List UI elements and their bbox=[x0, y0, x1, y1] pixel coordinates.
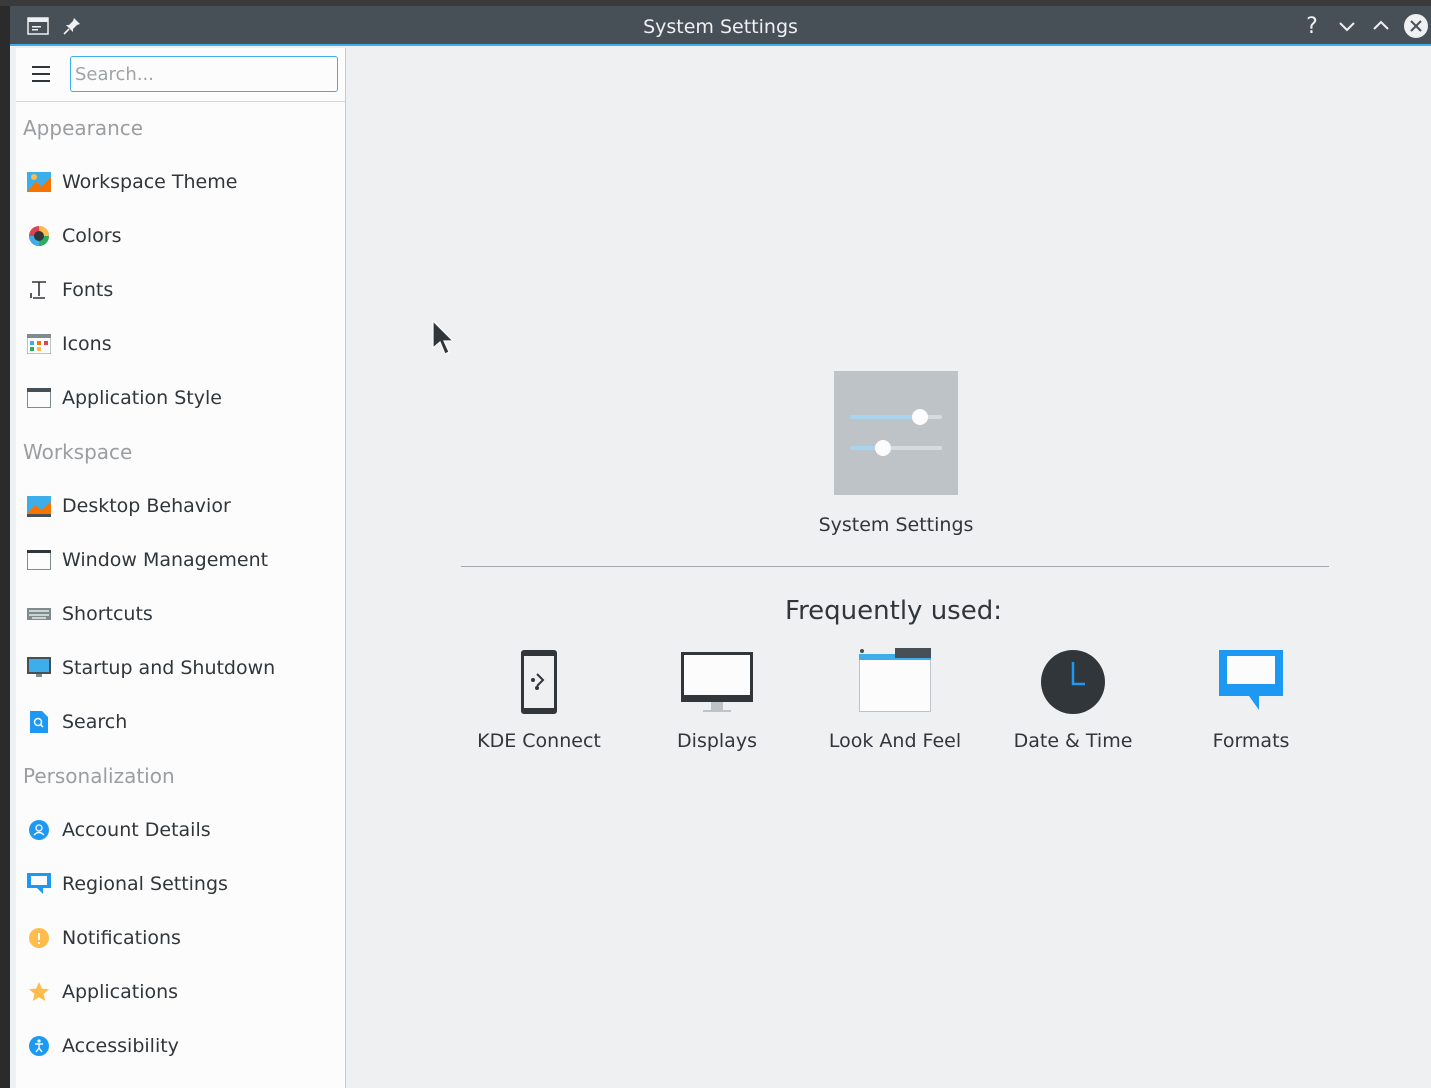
sidebar-item-label: Startup and Shutdown bbox=[62, 657, 276, 679]
sidebar: Appearance Workspace Theme Colors Fonts … bbox=[16, 48, 346, 1088]
close-icon bbox=[1410, 20, 1422, 32]
frequent-item-label: KDE Connect bbox=[477, 730, 601, 752]
frequent-item-kde-connect[interactable]: KDE Connect bbox=[450, 648, 628, 758]
mouse-pointer-icon bbox=[432, 320, 455, 355]
regional-icon bbox=[26, 871, 52, 897]
application-style-icon bbox=[26, 385, 52, 411]
sidebar-item-workspace-theme[interactable]: Workspace Theme bbox=[26, 162, 336, 202]
category-workspace: Workspace bbox=[23, 440, 133, 464]
sidebar-item-window-management[interactable]: Window Management bbox=[26, 540, 336, 580]
sidebar-item-label: Search bbox=[62, 711, 128, 733]
display-icon bbox=[681, 648, 753, 720]
app-title-label: System Settings bbox=[818, 514, 974, 536]
formats-icon bbox=[1215, 648, 1287, 720]
hamburger-menu-icon[interactable] bbox=[32, 66, 52, 82]
workspace-theme-icon bbox=[26, 169, 52, 195]
sidebar-item-label: Workspace Theme bbox=[62, 171, 238, 193]
sidebar-item-label: Window Management bbox=[62, 549, 269, 571]
startup-icon bbox=[26, 655, 52, 681]
sidebar-item-label: Fonts bbox=[62, 279, 114, 301]
sidebar-item-accessibility[interactable]: Accessibility bbox=[26, 1026, 336, 1066]
minimize-button[interactable] bbox=[1335, 14, 1359, 38]
search-input[interactable] bbox=[70, 56, 338, 92]
sidebar-item-search[interactable]: Search bbox=[26, 702, 336, 742]
maximize-button[interactable] bbox=[1369, 14, 1393, 38]
sidebar-item-label: Accessibility bbox=[62, 1035, 179, 1057]
look-and-feel-icon bbox=[859, 648, 931, 720]
help-button[interactable]: ? bbox=[1300, 14, 1324, 39]
frequent-item-label: Look And Feel bbox=[828, 730, 962, 752]
sidebar-item-label: Shortcuts bbox=[62, 603, 153, 625]
clock-icon bbox=[1037, 648, 1109, 720]
icons-icon bbox=[26, 331, 52, 357]
notifications-icon bbox=[26, 925, 52, 951]
frequent-item-displays[interactable]: Displays bbox=[628, 648, 806, 758]
sidebar-header bbox=[16, 48, 345, 102]
chevron-up-icon bbox=[1373, 20, 1389, 30]
sidebar-item-label: Regional Settings bbox=[62, 873, 228, 895]
account-icon bbox=[26, 817, 52, 843]
sidebar-item-account-details[interactable]: Account Details bbox=[26, 810, 336, 850]
keyboard-icon bbox=[26, 601, 52, 627]
sidebar-item-label: Application Style bbox=[62, 387, 222, 409]
sidebar-item-label: Desktop Behavior bbox=[62, 495, 231, 517]
sidebar-item-label: Account Details bbox=[62, 819, 211, 841]
star-icon bbox=[26, 979, 52, 1005]
sidebar-item-notifications[interactable]: Notifications bbox=[26, 918, 336, 958]
sidebar-item-label: Notifications bbox=[62, 927, 181, 949]
desktop-behavior-icon bbox=[26, 493, 52, 519]
search-doc-icon bbox=[26, 709, 52, 735]
frequent-item-label: Formats bbox=[1212, 730, 1290, 752]
sidebar-item-startup-and-shutdown[interactable]: Startup and Shutdown bbox=[26, 648, 336, 688]
category-appearance: Appearance bbox=[23, 116, 144, 140]
accessibility-icon bbox=[26, 1033, 52, 1059]
close-button[interactable] bbox=[1404, 14, 1428, 38]
category-personalization: Personalization bbox=[23, 764, 175, 788]
divider bbox=[461, 566, 1329, 567]
sidebar-item-fonts[interactable]: Fonts bbox=[26, 270, 336, 310]
kde-connect-icon bbox=[503, 648, 575, 720]
frequent-item-label: Displays bbox=[677, 730, 757, 752]
frequent-item-look-and-feel[interactable]: Look And Feel bbox=[806, 648, 984, 758]
window-title: System Settings bbox=[643, 16, 798, 38]
main-content: System Settings Frequently used: KDE Con… bbox=[346, 48, 1431, 1088]
sidebar-item-shortcuts[interactable]: Shortcuts bbox=[26, 594, 336, 634]
fonts-icon bbox=[26, 277, 52, 303]
window-titlebar[interactable]: System Settings ? bbox=[10, 6, 1431, 46]
sidebar-item-colors[interactable]: Colors bbox=[26, 216, 336, 256]
sidebar-item-label: Icons bbox=[62, 333, 112, 355]
frequent-item-date-time[interactable]: Date & Time bbox=[984, 648, 1162, 758]
sidebar-item-application-style[interactable]: Application Style bbox=[26, 378, 336, 418]
frequent-item-label: Date & Time bbox=[1013, 730, 1133, 752]
sidebar-item-desktop-behavior[interactable]: Desktop Behavior bbox=[26, 486, 336, 526]
sidebar-item-regional-settings[interactable]: Regional Settings bbox=[26, 864, 336, 904]
sidebar-item-label: Colors bbox=[62, 225, 122, 247]
system-settings-icon bbox=[834, 371, 958, 495]
sidebar-item-label: Applications bbox=[62, 981, 179, 1003]
frequent-item-formats[interactable]: Formats bbox=[1162, 648, 1340, 758]
colors-icon bbox=[26, 223, 52, 249]
sidebar-item-applications[interactable]: Applications bbox=[26, 972, 336, 1012]
chevron-down-icon bbox=[1339, 22, 1355, 32]
window-management-icon bbox=[26, 547, 52, 573]
frequently-used-heading: Frequently used: bbox=[785, 596, 1002, 626]
sidebar-item-icons[interactable]: Icons bbox=[26, 324, 336, 364]
system-settings-window: System Settings ? Appearance bbox=[10, 6, 1431, 1088]
